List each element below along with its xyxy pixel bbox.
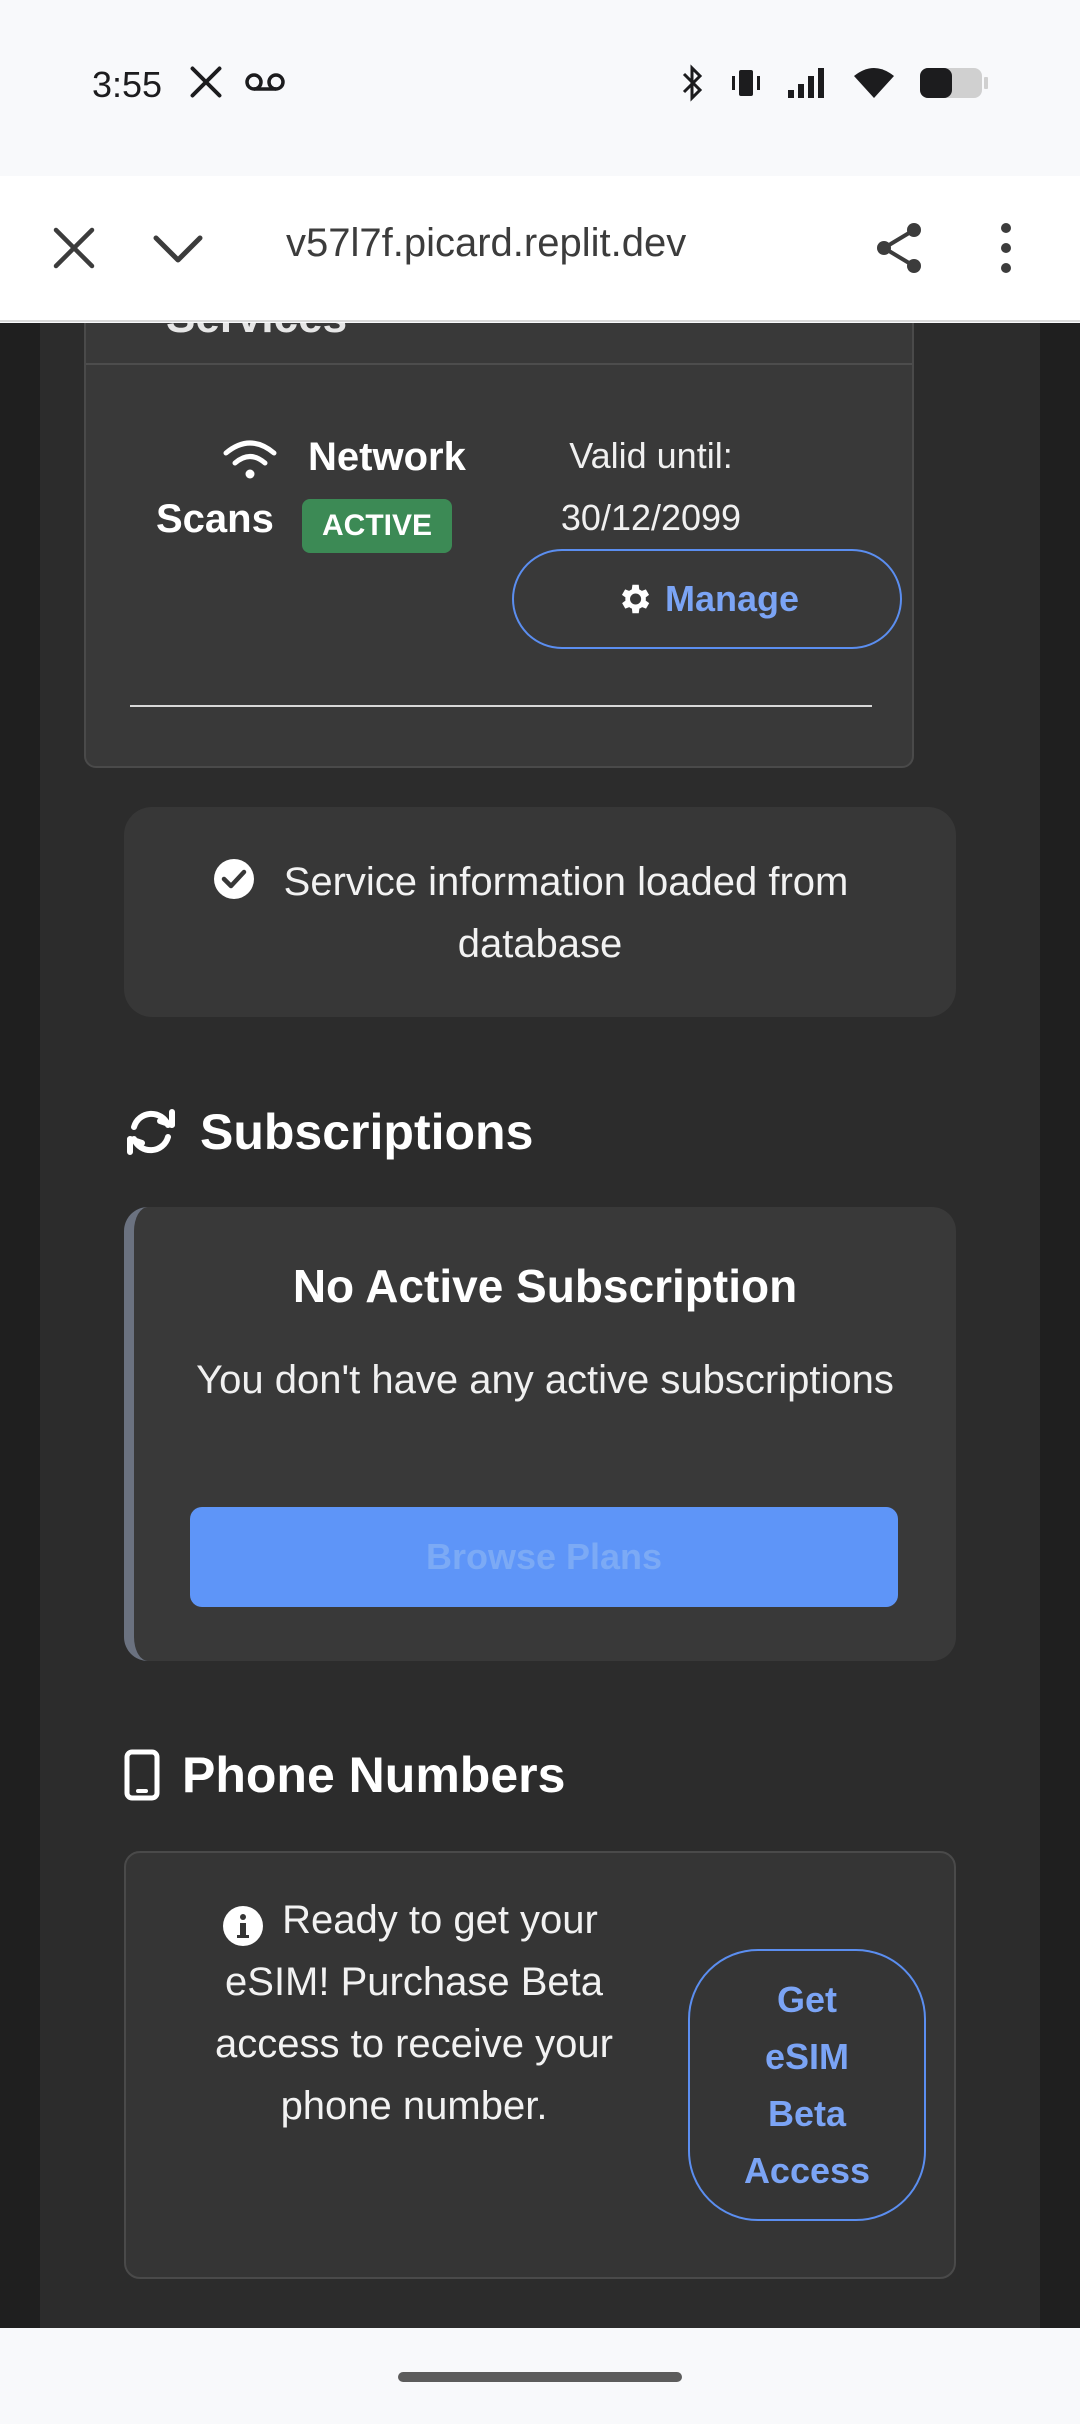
url-text[interactable]: v57l7f.picard.replit.dev (286, 221, 716, 266)
phone-numbers-heading-text: Phone Numbers (182, 1747, 566, 1803)
get-esim-beta-button[interactable]: Get eSIM Beta Access (688, 1949, 926, 2221)
share-icon[interactable] (870, 218, 930, 278)
service-name-line2: Scans (156, 497, 274, 541)
get-esim-beta-label: Get eSIM Beta Access (743, 1979, 871, 2191)
services-card-title: Services (166, 323, 347, 343)
service-info-text: Service information loaded from database (283, 860, 849, 966)
mobile-phone-icon (124, 1749, 160, 1801)
battery-icon (920, 68, 988, 98)
more-options-icon[interactable] (990, 218, 1022, 278)
subscription-card: No Active Subscription You don't have an… (124, 1207, 956, 1661)
signal-icon (788, 68, 824, 98)
wifi-icon (223, 440, 277, 479)
manage-button-label: Manage (664, 578, 800, 619)
status-time: 3:55 (92, 64, 163, 105)
service-info-message: Service information loaded from database (124, 807, 956, 1017)
status-left-icons (188, 64, 286, 100)
phone-numbers-heading: Phone Numbers (124, 1746, 565, 1804)
x-app-icon (190, 66, 222, 98)
system-nav-bar (0, 2328, 1080, 2424)
home-indicator[interactable] (398, 2372, 682, 2382)
subscriptions-heading: Subscriptions (124, 1103, 533, 1161)
vibrate-icon (732, 70, 760, 96)
browse-plans-button[interactable]: Browse Plans (190, 1507, 898, 1607)
status-bar: 3:55 (0, 0, 1080, 176)
no-subscription-title: No Active Subscription (292, 1260, 798, 1312)
service-row-divider (130, 705, 872, 707)
sync-icon (127, 1109, 175, 1155)
page-viewport[interactable]: Services Network Scans ACTIVE Valid unti… (0, 323, 1080, 2328)
manage-button[interactable]: Manage (512, 549, 902, 649)
services-card-divider (86, 363, 912, 365)
no-subscription-text: You don't have any active subscriptions (196, 1358, 894, 1402)
status-badge: ACTIVE (302, 499, 452, 553)
esim-message: Ready to get your eSIM! Purchase Beta ac… (215, 1898, 613, 2128)
phone-numbers-card: Ready to get your eSIM! Purchase Beta ac… (124, 1851, 956, 2279)
chevron-down-icon[interactable] (150, 220, 206, 276)
gear-icon (621, 584, 650, 614)
valid-until-date: 30/12/2099 (560, 497, 742, 538)
services-card: Services Network Scans ACTIVE Valid unti… (84, 323, 914, 768)
subscriptions-heading-text: Subscriptions (200, 1104, 534, 1160)
close-icon[interactable] (46, 220, 102, 276)
valid-until-label: Valid until: (569, 435, 733, 476)
voicemail-icon (245, 73, 285, 91)
service-name-line1: Network (308, 435, 466, 479)
browser-toolbar: v57l7f.picard.replit.dev (0, 176, 1080, 322)
status-right-icons (680, 64, 990, 102)
bluetooth-icon (682, 64, 703, 102)
wifi-icon (854, 68, 894, 98)
